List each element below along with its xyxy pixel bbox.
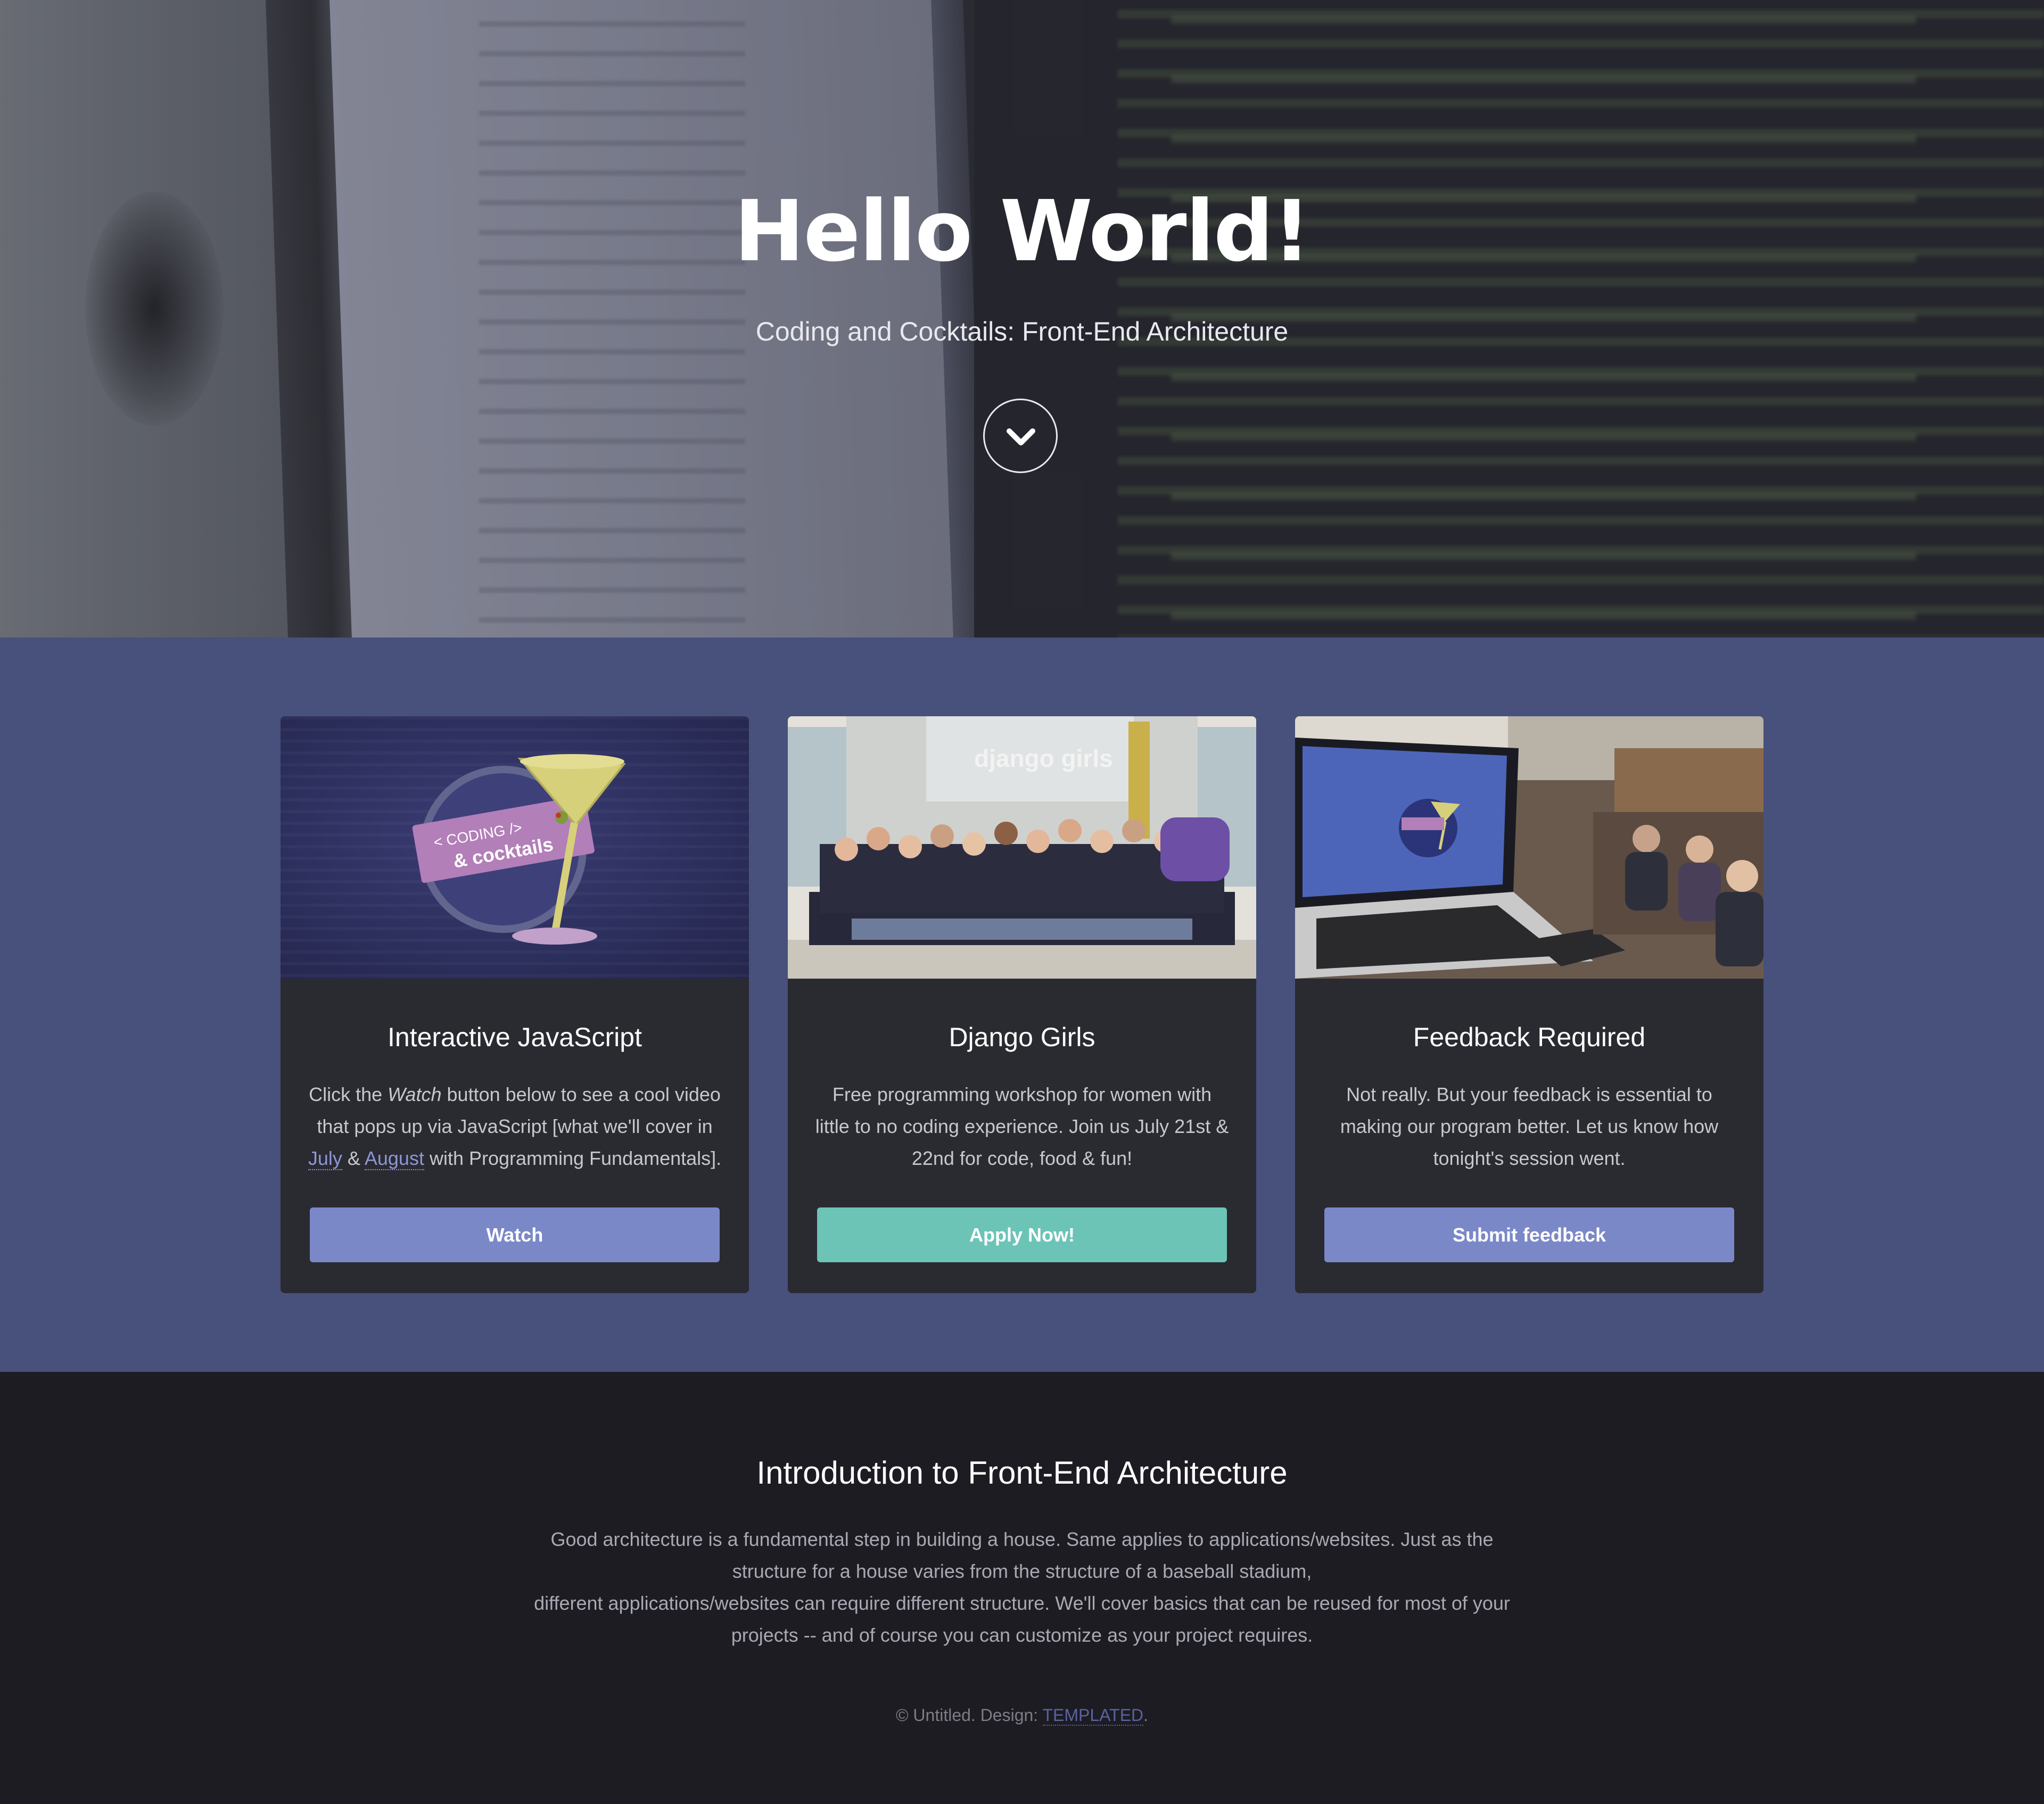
intro-text-line-2: different applications/websites can requ… [534, 1592, 1510, 1646]
intro-text-line-1: Good architecture is a fundamental step … [550, 1528, 1494, 1582]
hero-subtitle: Coding and Cocktails: Front-End Architec… [755, 317, 1289, 346]
features-section: < CODING /> & cocktails Interactive Java… [0, 638, 2044, 1372]
card-image-group-photo: django girls [788, 716, 1256, 979]
django-girls-sign: django girls [974, 744, 1113, 772]
card-description: Free programming workshop for women with… [815, 1083, 1229, 1169]
august-link[interactable]: August [364, 1147, 424, 1170]
hero-banner: Hello World! Coding and Cocktails: Front… [0, 0, 2044, 638]
card-title: Feedback Required [1413, 1022, 1646, 1052]
submit-feedback-button[interactable]: Submit feedback [1324, 1207, 1734, 1262]
card-image-coding-cocktails: < CODING /> & cocktails [281, 716, 749, 979]
apply-now-button[interactable]: Apply Now! [817, 1207, 1227, 1262]
group-photo: django girls [788, 716, 1256, 979]
intro-section: Introduction to Front-End Architecture G… [0, 1372, 2044, 1804]
coding-cocktails-logo: < CODING /> & cocktails [412, 754, 626, 945]
hero-title: Hello World! [734, 183, 1311, 280]
chevron-down-icon [1007, 428, 1035, 445]
page: Hello World! Coding and Cocktails: Front… [0, 0, 2044, 1804]
intro-text: Good architecture is a fundamental step … [522, 1524, 1522, 1651]
card-interactive-javascript: < CODING /> & cocktails Interactive Java… [281, 716, 749, 1293]
card-title: Interactive JavaScript [388, 1022, 642, 1052]
laptop-photo [1295, 716, 1763, 979]
card-description: Not really. But your feedback is essenti… [1340, 1083, 1719, 1169]
card-image-laptop [1295, 716, 1763, 979]
card-title: Django Girls [949, 1022, 1095, 1052]
july-link[interactable]: July [308, 1147, 342, 1170]
watch-button[interactable]: Watch [310, 1207, 720, 1262]
scroll-down-button[interactable] [983, 399, 1058, 473]
templated-link[interactable]: TEMPLATED [1042, 1706, 1144, 1726]
card-description: Click the Watch button below to see a co… [308, 1083, 722, 1170]
card-feedback-required: Feedback Required Not really. But your f… [1295, 716, 1763, 1293]
footer-copyright: © Untitled. Design: TEMPLATED. [895, 1706, 1149, 1726]
card-django-girls: django girls Django Girls Free programmi… [788, 716, 1256, 1293]
intro-title: Introduction to Front-End Architecture [756, 1455, 1288, 1491]
